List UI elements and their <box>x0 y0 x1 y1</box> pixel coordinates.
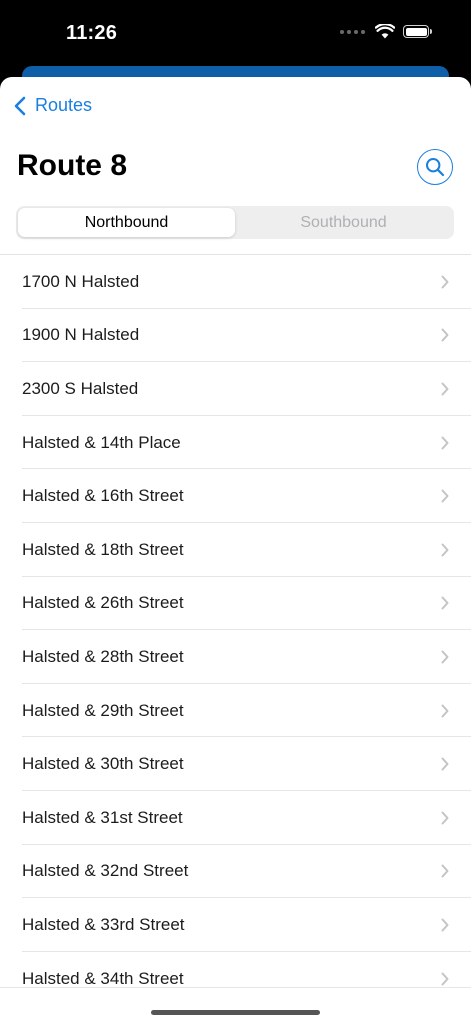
home-bar <box>0 987 471 1025</box>
stop-name: Halsted & 32nd Street <box>22 861 189 881</box>
chevron-right-icon <box>441 275 449 289</box>
chevron-right-icon <box>441 757 449 771</box>
page-title: Route 8 <box>17 149 128 182</box>
back-label: Routes <box>35 95 93 115</box>
stop-name: 2300 S Halsted <box>22 378 139 398</box>
status-icons <box>340 24 432 39</box>
chevron-right-icon <box>441 650 449 664</box>
stop-row[interactable]: Halsted & 16th Street <box>0 469 471 523</box>
chevron-right-icon <box>441 328 449 342</box>
stop-row[interactable]: Halsted & 32nd Street <box>0 845 471 899</box>
chevron-right-icon <box>441 543 449 557</box>
stop-row[interactable]: 1700 N Halsted <box>0 255 471 309</box>
chevron-right-icon <box>441 704 449 718</box>
stop-row[interactable]: 1900 N Halsted <box>0 309 471 363</box>
stop-name: Halsted & 31st Street <box>22 807 183 827</box>
status-time: 11:26 <box>66 22 118 44</box>
stop-row[interactable]: Halsted & 29th Street <box>0 684 471 738</box>
stop-row[interactable]: Halsted & 26th Street <box>0 577 471 631</box>
chevron-right-icon <box>441 596 449 610</box>
search-icon <box>426 158 445 177</box>
chevron-right-icon <box>441 864 449 878</box>
stop-row[interactable]: Halsted & 14th Place <box>0 416 471 470</box>
stop-name: Halsted & 26th Street <box>22 593 184 613</box>
chevron-left-icon <box>14 96 26 115</box>
battery-icon <box>403 25 432 38</box>
stop-name: Halsted & 16th Street <box>22 486 184 506</box>
cellular-signal-icon <box>340 29 365 34</box>
stop-row[interactable]: Halsted & 33rd Street <box>0 898 471 952</box>
chevron-right-icon <box>441 811 449 825</box>
stop-row[interactable]: Halsted & 18th Street <box>0 523 471 577</box>
status-bar: 11:26 <box>0 0 471 70</box>
stop-name: Halsted & 18th Street <box>22 539 184 559</box>
stop-row[interactable]: 2300 S Halsted <box>0 362 471 416</box>
wifi-icon <box>375 24 395 39</box>
chevron-right-icon <box>441 436 449 450</box>
stop-list: 1700 N Halsted 1900 N Halsted 2300 S Hal… <box>0 255 471 1005</box>
stop-row[interactable]: Halsted & 31st Street <box>0 791 471 845</box>
back-button[interactable]: Routes <box>14 95 92 116</box>
stop-name: Halsted & 30th Street <box>22 754 184 774</box>
stop-name: Halsted & 28th Street <box>22 646 184 666</box>
chevron-right-icon <box>441 918 449 932</box>
stop-row[interactable]: Halsted & 28th Street <box>0 630 471 684</box>
home-indicator[interactable] <box>151 1010 320 1015</box>
stop-name: Halsted & 29th Street <box>22 700 184 720</box>
stop-name: Halsted & 33rd Street <box>22 914 185 934</box>
stop-name: 1700 N Halsted <box>22 271 140 291</box>
direction-segmented-control: Northbound Southbound <box>16 206 454 239</box>
route-sheet: Routes Route 8 Northbound Southbound 170… <box>0 77 471 1024</box>
search-button[interactable] <box>417 149 453 185</box>
stop-name: Halsted & 14th Place <box>22 432 181 452</box>
segment-southbound[interactable]: Southbound <box>235 208 452 237</box>
chevron-right-icon <box>441 382 449 396</box>
chevron-right-icon <box>441 972 449 986</box>
stop-name: Halsted & 34th Street <box>22 968 184 988</box>
segment-northbound[interactable]: Northbound <box>18 208 235 237</box>
stop-name: 1900 N Halsted <box>22 325 140 345</box>
chevron-right-icon <box>441 489 449 503</box>
stop-row[interactable]: Halsted & 30th Street <box>0 737 471 791</box>
